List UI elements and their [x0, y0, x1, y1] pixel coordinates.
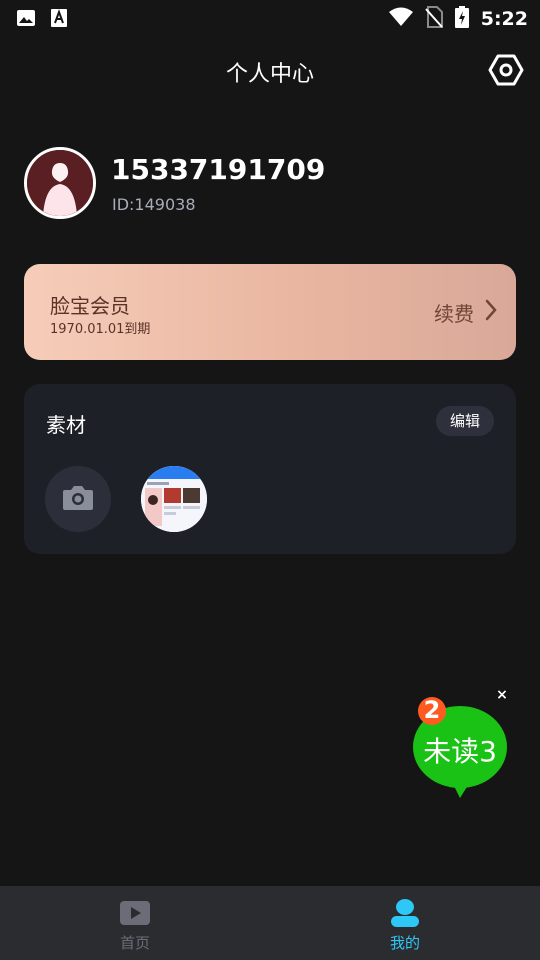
text-a-icon [50, 8, 68, 32]
app-screen: 5:22 个人中心 15337191709 ID:149038 脸宝会员 197… [0, 0, 540, 960]
settings-button[interactable] [488, 52, 524, 88]
profile-section[interactable]: 15337191709 ID:149038 [24, 147, 504, 219]
vip-card[interactable]: 脸宝会员 1970.01.01到期 续费 [24, 264, 516, 360]
materials-title: 素材 [46, 413, 86, 437]
nav-item-home[interactable]: 首页 [0, 886, 270, 960]
status-time: 5:22 [480, 8, 528, 30]
unread-count-badge: 2 [423, 696, 441, 724]
camera-icon [62, 483, 94, 515]
renew-label: 续费 [434, 301, 474, 326]
image-icon [16, 8, 36, 32]
no-sim-icon [424, 6, 443, 32]
vip-expire-date: 1970.01.01到期 [50, 322, 151, 337]
nav-item-mine[interactable]: 我的 [270, 886, 540, 960]
play-icon [117, 898, 153, 928]
material-thumbnail[interactable] [141, 466, 207, 532]
unread-text: 未读3 [423, 735, 497, 768]
wifi-icon [388, 7, 413, 31]
vip-title: 脸宝会员 [50, 294, 130, 318]
status-bar: 5:22 [0, 0, 540, 36]
page-title: 个人中心 [225, 62, 314, 87]
user-icon [387, 898, 423, 928]
header: 个人中心 [0, 48, 540, 92]
avatar[interactable] [24, 147, 96, 219]
bottom-nav: 首页 我的 [0, 886, 540, 960]
settings-hexagon-icon [488, 54, 524, 92]
battery-charging-icon [454, 6, 469, 32]
renew-button[interactable]: 续费 [434, 296, 498, 328]
chevron-right-icon [484, 298, 498, 326]
nav-label-mine: 我的 [389, 934, 420, 952]
materials-card: 素材 编辑 [24, 384, 516, 554]
user-phone: 15337191709 [111, 153, 326, 186]
edit-button[interactable]: 编辑 [435, 406, 494, 436]
close-float-button[interactable]: × [493, 686, 511, 704]
user-id: ID:149038 [112, 195, 196, 214]
camera-button[interactable] [45, 466, 111, 532]
nav-label-home: 首页 [119, 934, 150, 952]
